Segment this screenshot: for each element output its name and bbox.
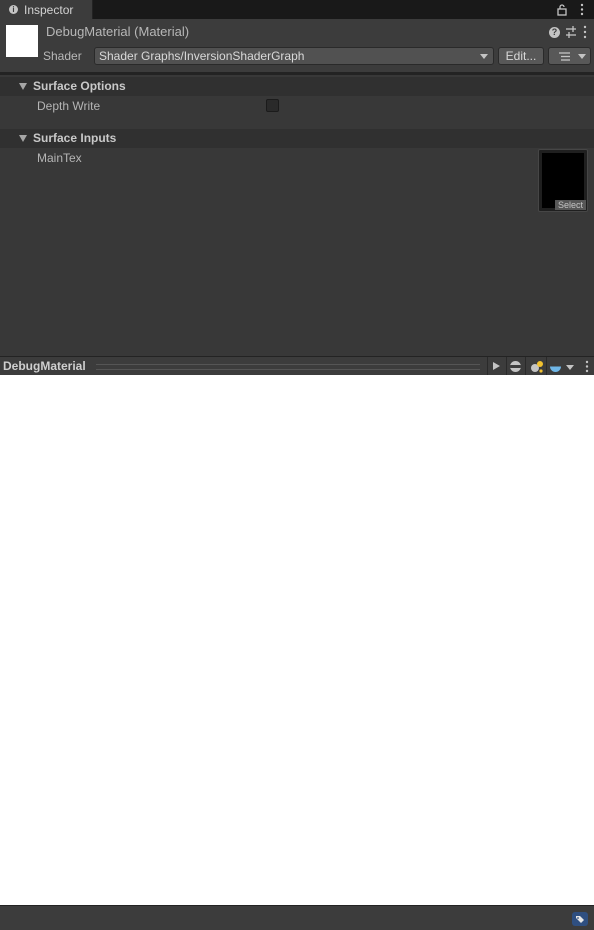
asset-labels-bar xyxy=(0,905,594,930)
kebab-menu-icon[interactable] xyxy=(584,360,590,373)
preview-drag-handle[interactable] xyxy=(96,364,480,370)
info-icon: i xyxy=(9,5,18,14)
list-icon xyxy=(559,52,570,61)
shader-dropdown-value: Shader Graphs/InversionShaderGraph xyxy=(99,49,305,63)
lights-icon xyxy=(531,361,543,373)
shader-dropdown[interactable]: Shader Graphs/InversionShaderGraph xyxy=(94,47,494,65)
tab-bar: i Inspector xyxy=(0,0,594,19)
tab-inspector[interactable]: i Inspector xyxy=(0,0,93,19)
kebab-menu-icon[interactable] xyxy=(582,25,588,39)
chevron-down-icon xyxy=(578,54,586,59)
chevron-down-icon xyxy=(566,365,574,370)
asset-label-icon[interactable] xyxy=(572,912,588,926)
mesh-icon xyxy=(550,361,561,372)
depth-write-checkbox[interactable] xyxy=(266,99,279,112)
preview-toolbar: DebugMaterial xyxy=(0,356,594,375)
maintex-label: MainTex xyxy=(37,151,82,165)
sphere-icon xyxy=(510,361,521,372)
preview-title: DebugMaterial xyxy=(3,359,86,373)
material-options-button[interactable] xyxy=(548,47,591,65)
texture-select-button[interactable]: Select xyxy=(554,200,586,210)
maintex-texture-slot[interactable]: Select xyxy=(538,149,588,212)
section-surface-options[interactable]: Surface Options xyxy=(0,77,594,96)
section-title: Surface Options xyxy=(33,79,126,93)
play-icon xyxy=(493,362,500,370)
tab-label: Inspector xyxy=(24,3,74,17)
material-title: DebugMaterial (Material) xyxy=(46,24,190,39)
material-preview-viewport[interactable] xyxy=(0,375,594,905)
shader-label: Shader xyxy=(43,49,82,63)
depth-write-label: Depth Write xyxy=(37,99,101,113)
lock-icon[interactable] xyxy=(556,3,568,16)
help-icon[interactable]: ? xyxy=(549,27,560,38)
material-preview-thumbnail xyxy=(6,25,38,57)
foldout-arrow-icon xyxy=(19,83,27,90)
kebab-menu-icon[interactable] xyxy=(579,3,585,16)
section-title: Surface Inputs xyxy=(33,131,117,145)
inspector-body: Surface Options Depth Write Surface Inpu… xyxy=(0,75,594,356)
presets-icon[interactable] xyxy=(565,25,577,39)
edit-shader-button[interactable]: Edit... xyxy=(498,47,544,65)
section-surface-inputs[interactable]: Surface Inputs xyxy=(0,129,594,148)
foldout-arrow-icon xyxy=(19,135,27,142)
chevron-down-icon xyxy=(480,54,488,59)
